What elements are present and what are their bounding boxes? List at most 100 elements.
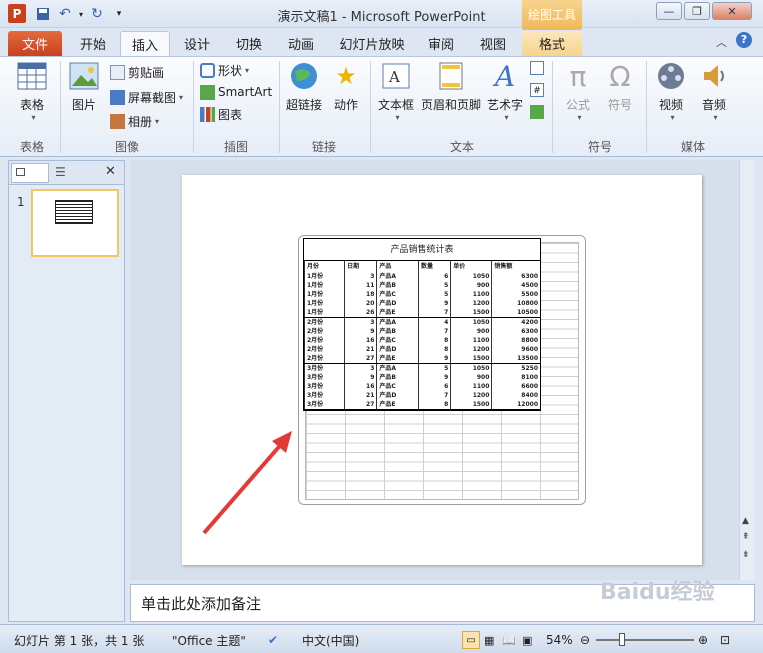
table-cell: 产品E xyxy=(376,400,419,410)
table-cell: 4 xyxy=(418,317,451,327)
audio-button[interactable]: 音频 ▾ xyxy=(696,60,732,122)
table-row: 1月份 18 产品C 5 1100 5500 xyxy=(303,290,540,299)
table-cell: 2月份 xyxy=(303,317,345,327)
table-row: 3月份 3 产品A 5 1050 5250 xyxy=(303,363,540,373)
column-header: 销售额 xyxy=(491,261,540,272)
tab-transitions[interactable]: 切换 xyxy=(226,31,272,56)
object-icon[interactable] xyxy=(530,105,544,119)
table-cell: 1100 xyxy=(450,382,492,391)
normal-view-icon[interactable]: ▭ xyxy=(462,631,480,649)
textbox-icon: A xyxy=(380,60,412,92)
chart-button[interactable]: 图表 xyxy=(200,104,242,124)
slideshow-view-icon[interactable]: ▣ xyxy=(522,631,532,649)
tab-file[interactable]: 文件 xyxy=(8,31,62,56)
slide-canvas[interactable]: 产品销售统计表 月份 日期 产品 数量 单价 销售额 1月份 3 产品A 6 1050 6300 1月… xyxy=(182,175,702,565)
tab-review[interactable]: 审阅 xyxy=(418,31,464,56)
slide-number-icon[interactable]: # xyxy=(530,83,544,97)
ribbon-tab-bar: 文件 开始 插入 设计 切换 动画 幻灯片放映 审阅 视图 格式 ︿ ? xyxy=(0,28,763,56)
fit-to-window-icon[interactable]: ⊡ xyxy=(720,631,730,649)
shapes-button[interactable]: 形状 ▾ xyxy=(200,60,249,80)
table-cell: 900 xyxy=(450,327,492,336)
minimize-ribbon-icon[interactable]: ︿ xyxy=(716,34,727,50)
date-time-icon[interactable] xyxy=(530,61,544,75)
wordart-button[interactable]: A 艺术字 ▾ xyxy=(486,59,524,123)
tab-view[interactable]: 视图 xyxy=(470,31,516,56)
table-cell: 26 xyxy=(344,308,377,318)
table-cell: 产品E xyxy=(376,308,419,318)
title-bar: P ↶ ▾ ↻ ▾ 演示文稿1 - Microsoft PowerPoint 绘… xyxy=(0,0,763,30)
action-star-icon: ★ xyxy=(335,62,357,90)
tab-home[interactable]: 开始 xyxy=(70,31,116,56)
language[interactable]: 中文(中国) xyxy=(302,631,359,649)
table-cell: 7 xyxy=(418,327,451,336)
speaker-icon xyxy=(698,60,730,92)
wordart-icon: A xyxy=(494,59,516,93)
photo-album-button[interactable]: 相册 ▾ xyxy=(110,111,159,131)
table-cell: 8 xyxy=(418,345,451,354)
scroll-up-icon[interactable]: ▲ xyxy=(742,516,749,526)
next-slide-icon[interactable]: ⇟ xyxy=(742,550,750,560)
sales-data-table[interactable]: 产品销售统计表 月份 日期 产品 数量 单价 销售额 1月份 3 产品A 6 1050 6300 1月… xyxy=(303,238,541,411)
table-cell: 产品A xyxy=(376,272,419,281)
help-icon[interactable]: ? xyxy=(736,32,752,48)
tab-insert[interactable]: 插入 xyxy=(120,31,170,56)
restore-button[interactable]: ❐ xyxy=(684,2,710,20)
column-header: 数量 xyxy=(418,261,451,272)
table-cell: 10800 xyxy=(491,299,540,308)
tab-format[interactable]: 格式 xyxy=(522,31,582,56)
slides-tab[interactable] xyxy=(11,163,49,183)
textbox-button[interactable]: A 文本框 ▾ xyxy=(376,60,416,122)
symbol-button[interactable]: Ω 符号 xyxy=(602,60,638,113)
table-cell: 6600 xyxy=(491,382,540,391)
group-label-symbols: 符号 xyxy=(587,140,612,154)
outline-tab-icon[interactable]: ☰ xyxy=(55,165,66,179)
header-footer-button[interactable]: 页眉和页脚 xyxy=(420,60,482,113)
zoom-slider[interactable] xyxy=(596,633,694,646)
table-row: 2月份 9 产品B 7 900 6300 xyxy=(303,327,540,336)
theme-name[interactable]: "Office 主题" xyxy=(172,631,246,649)
table-cell: 5500 xyxy=(491,290,540,299)
vertical-scrollbar[interactable]: ▲ ⇞ ⇟ xyxy=(739,160,755,580)
zoom-out-icon[interactable]: ⊖ xyxy=(580,631,590,649)
zoom-level[interactable]: 54% xyxy=(546,631,573,649)
prev-slide-icon[interactable]: ⇞ xyxy=(742,532,750,542)
close-button[interactable]: ✕ xyxy=(712,2,752,20)
video-button[interactable]: 视频 ▾ xyxy=(652,60,690,122)
column-header: 日期 xyxy=(344,261,377,272)
table-cell: 产品D xyxy=(376,345,419,354)
tab-slideshow[interactable]: 幻灯片放映 xyxy=(332,31,412,56)
action-button[interactable]: ★ 动作 xyxy=(330,60,362,113)
pane-tab-bar: ☰ ✕ xyxy=(9,161,124,185)
table-cell: 6 xyxy=(418,382,451,391)
tab-animations[interactable]: 动画 xyxy=(278,31,324,56)
picture-button[interactable]: 图片 xyxy=(64,60,104,113)
table-cell: 7 xyxy=(418,308,451,318)
close-pane-icon[interactable]: ✕ xyxy=(105,164,116,179)
minimize-button[interactable]: — xyxy=(656,2,682,20)
table-cell: 1月份 xyxy=(303,290,345,299)
hyperlink-button[interactable]: 超链接 xyxy=(284,60,324,113)
zoom-slider-thumb[interactable] xyxy=(619,633,625,646)
table-cell: 3 xyxy=(344,363,377,373)
table-cell: 3 xyxy=(344,272,377,281)
table-cell: 6300 xyxy=(491,272,540,281)
table-cell: 27 xyxy=(344,400,377,410)
spellcheck-icon[interactable]: ✔ xyxy=(268,631,278,649)
table-cell: 1200 xyxy=(450,391,492,400)
smartart-button[interactable]: SmartArt xyxy=(200,82,272,102)
zoom-in-icon[interactable]: ⊕ xyxy=(698,631,708,649)
table-row: 3月份 9 产品B 9 900 8100 xyxy=(303,373,540,382)
clipart-button[interactable]: 剪贴画 xyxy=(110,62,164,82)
slide-sorter-icon[interactable]: ▦ xyxy=(484,631,494,649)
reading-view-icon[interactable]: 📖 xyxy=(502,631,516,649)
slide-thumbnail[interactable] xyxy=(31,189,119,257)
tab-design[interactable]: 设计 xyxy=(174,31,220,56)
table-cell: 21 xyxy=(344,391,377,400)
screenshot-button[interactable]: 屏幕截图 ▾ xyxy=(110,87,183,107)
ribbon-separator xyxy=(193,61,194,153)
table-button[interactable]: 表格 ▾ xyxy=(10,60,54,122)
equation-button[interactable]: π 公式 ▾ xyxy=(560,60,596,123)
ribbon-separator xyxy=(646,61,647,153)
table-cell: 900 xyxy=(450,281,492,290)
hyperlink-globe-icon xyxy=(288,60,320,92)
